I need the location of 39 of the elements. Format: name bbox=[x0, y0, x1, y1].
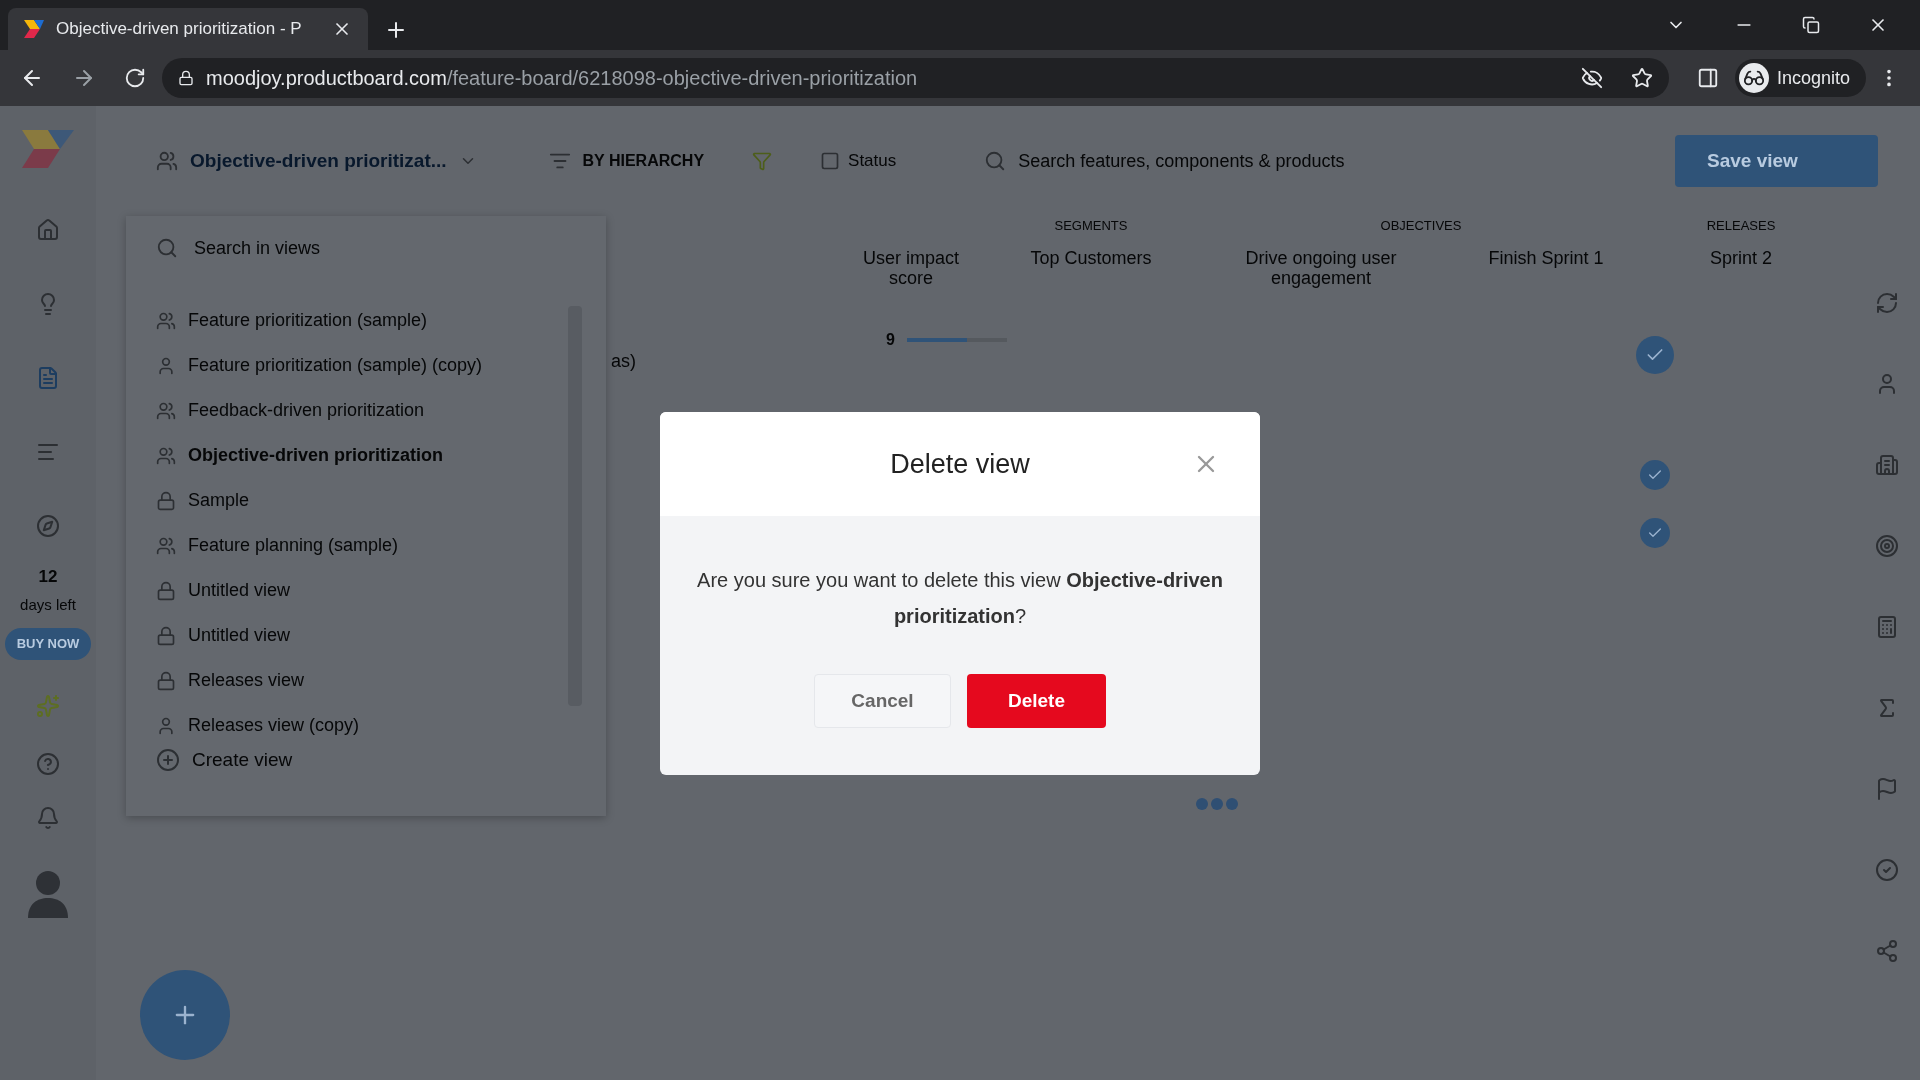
view-item[interactable]: Feature prioritization (sample) bbox=[156, 298, 568, 343]
column-header: Sprint 2 bbox=[1708, 247, 1773, 270]
view-item[interactable]: Feature planning (sample) bbox=[156, 523, 568, 568]
view-name[interactable]: Objective-driven prioritizat... bbox=[190, 146, 447, 176]
create-view-button[interactable]: Create view bbox=[156, 746, 293, 775]
view-item[interactable]: Objective-driven prioritization bbox=[156, 433, 568, 478]
view-item[interactable]: Feedback-driven prioritization bbox=[156, 388, 568, 433]
trial-days: 12 bbox=[38, 564, 58, 590]
column-header: Drive ongoing user engagement bbox=[1244, 247, 1398, 288]
status-label: Status bbox=[848, 150, 897, 173]
tab-title: Objective-driven prioritization - P bbox=[56, 18, 303, 41]
view-item[interactable]: Releases view (copy) bbox=[156, 703, 568, 738]
view-item[interactable]: Untitled view bbox=[156, 613, 568, 658]
view-item[interactable]: Releases view bbox=[156, 658, 568, 703]
view-item[interactable]: Sample bbox=[156, 478, 568, 523]
trial-label: days left bbox=[20, 594, 76, 615]
save-view-button[interactable]: Save view bbox=[1675, 135, 1878, 187]
views-search-field[interactable]: Search in views bbox=[156, 228, 321, 268]
delete-button[interactable]: Delete bbox=[967, 674, 1106, 728]
score-value: 9 bbox=[886, 329, 895, 350]
group-header: RELEASES bbox=[1705, 217, 1777, 235]
column-header: Finish Sprint 1 bbox=[1487, 247, 1605, 270]
view-item[interactable]: Feature prioritization (sample) (copy) bbox=[156, 343, 568, 388]
search-field[interactable]: Search features, components & products bbox=[984, 147, 1651, 175]
buy-now-button[interactable]: BUY NOW bbox=[4, 628, 92, 660]
group-header: SEGMENTS bbox=[1053, 217, 1129, 235]
cancel-button[interactable]: Cancel bbox=[814, 674, 951, 728]
dialog-title: Delete view bbox=[890, 447, 1030, 481]
url-text: moodjoy.productboard.com/feature-board/6218098-objective-driven-prioritization bbox=[206, 66, 918, 91]
cut-off-text: as) bbox=[611, 350, 636, 373]
address-bar[interactable]: moodjoy.productboard.com/feature-board/6218098-objective-driven-prioritization bbox=[162, 58, 1669, 98]
group-header: OBJECTIVES bbox=[1379, 217, 1463, 235]
profile-button[interactable]: Incognito bbox=[1734, 59, 1866, 97]
column-header: Top Customers bbox=[1029, 247, 1153, 270]
view-item[interactable]: Untitled view bbox=[156, 568, 568, 613]
column-header: User impact score bbox=[862, 247, 960, 288]
grouping-label[interactable]: BY HIERARCHY bbox=[582, 149, 705, 173]
dialog-message: Are you sure you want to delete this view Objective-driven prioritization? bbox=[696, 568, 1224, 629]
browser-tab[interactable]: Objective-driven prioritization - P bbox=[8, 8, 368, 50]
